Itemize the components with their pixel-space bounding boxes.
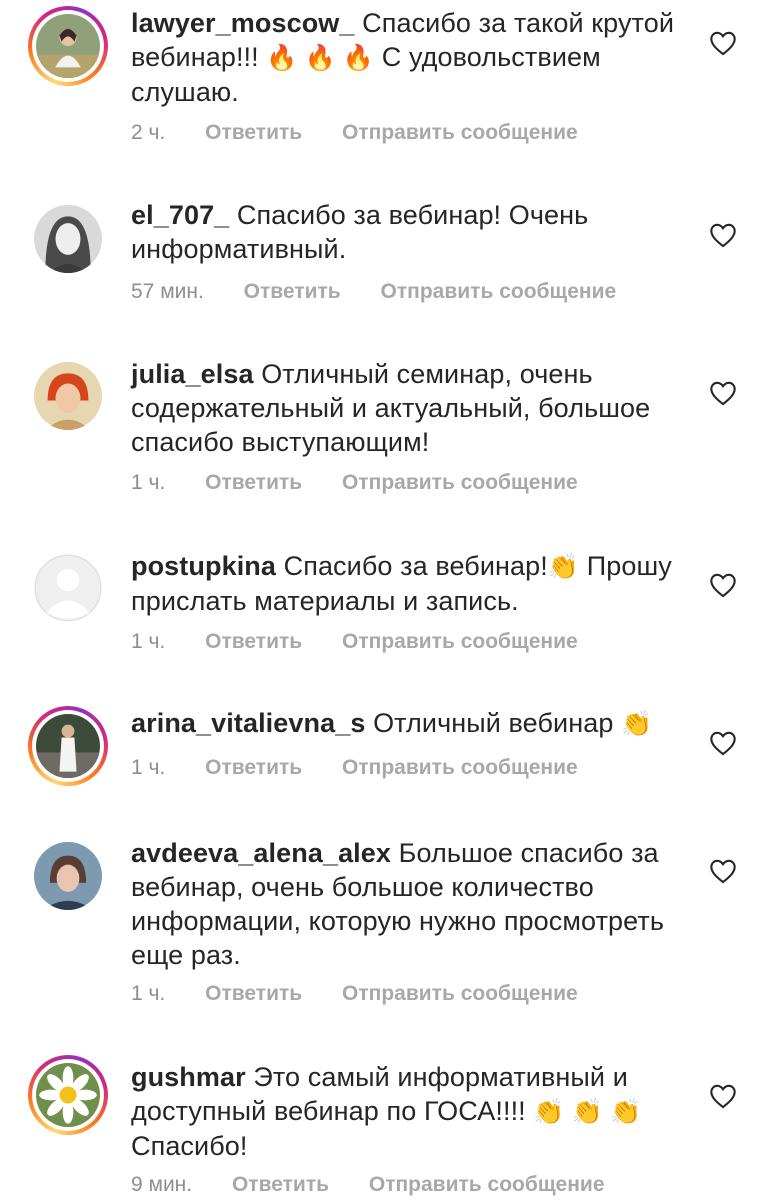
comment-timestamp: 1 ч.	[131, 756, 166, 779]
avatar[interactable]	[34, 554, 102, 622]
comment-text: avdeeva_alena_alex Большое спасибо за ве…	[131, 836, 691, 972]
send-message-button[interactable]: Отправить сообщение	[342, 630, 578, 654]
avatar	[36, 14, 100, 78]
comment-username[interactable]: arina_vitalievna_s	[131, 708, 365, 738]
comment-username[interactable]: gushmar	[131, 1062, 246, 1092]
comment-meta: 57 мин. Ответить Отправить сообщение	[131, 280, 616, 304]
send-message-button[interactable]: Отправить сообщение	[342, 121, 578, 145]
clapping-hands-emoji: 👏 👏 👏	[533, 1098, 642, 1126]
comment-meta: 2 ч. Ответить Отправить сообщение	[131, 121, 578, 145]
comment-text: gushmar Это самый информативный и доступ…	[131, 1060, 691, 1163]
comment-text: el_707_ Спасибо за вебинар! Очень информ…	[131, 198, 691, 266]
send-message-button[interactable]: Отправить сообщение	[342, 982, 578, 1006]
comment-meta: 1 ч. Ответить Отправить сообщение	[131, 471, 578, 495]
comment-text: postupkina Спасибо за вебинар!👏 Прошу пр…	[131, 549, 691, 618]
comment-username[interactable]: julia_elsa	[131, 359, 254, 389]
reply-button[interactable]: Ответить	[205, 756, 302, 780]
avatar[interactable]	[34, 362, 102, 430]
reply-button[interactable]: Ответить	[205, 630, 302, 654]
send-message-button[interactable]: Отправить сообщение	[342, 756, 578, 780]
heart-icon[interactable]	[709, 572, 737, 598]
avatar-story-ring[interactable]	[28, 1055, 108, 1135]
default-avatar-icon	[34, 554, 102, 622]
comment-meta: 9 мин. Ответить Отправить сообщение	[131, 1173, 605, 1197]
comment-meta: 1 ч. Ответить Отправить сообщение	[131, 630, 578, 654]
comment-timestamp: 57 мин.	[131, 280, 204, 303]
comment-text: julia_elsa Отличный семинар, очень содер…	[131, 357, 691, 459]
reply-button[interactable]: Ответить	[205, 121, 302, 145]
comment-username[interactable]: avdeeva_alena_alex	[131, 838, 391, 868]
comment-timestamp: 2 ч.	[131, 121, 166, 144]
heart-icon[interactable]	[709, 222, 737, 248]
send-message-button[interactable]: Отправить сообщение	[369, 1173, 605, 1197]
avatar[interactable]	[34, 205, 102, 273]
heart-icon[interactable]	[709, 730, 737, 756]
send-message-button[interactable]: Отправить сообщение	[342, 471, 578, 495]
comment-body: Спасибо за вебинар!	[283, 551, 548, 581]
comment-timestamp: 1 ч.	[131, 982, 166, 1005]
fire-emoji: 🔥 🔥 🔥	[266, 44, 375, 72]
avatar-story-ring[interactable]	[28, 706, 108, 786]
avatar	[36, 714, 100, 778]
avatar[interactable]	[34, 842, 102, 910]
clapping-hands-emoji: 👏	[547, 553, 580, 581]
clapping-hands-emoji: 👏	[621, 710, 653, 738]
avatar-story-ring[interactable]	[28, 6, 108, 86]
reply-button[interactable]: Ответить	[205, 471, 302, 495]
comment-username[interactable]: el_707_	[131, 200, 229, 230]
comment-text: lawyer_moscow_ Спасибо за такой крутой в…	[131, 6, 691, 109]
heart-icon[interactable]	[709, 30, 737, 56]
heart-icon[interactable]	[709, 858, 737, 884]
send-message-button[interactable]: Отправить сообщение	[381, 280, 617, 304]
comment-meta: 1 ч. Ответить Отправить сообщение	[131, 756, 578, 780]
comment-timestamp: 1 ч.	[131, 630, 166, 653]
reply-button[interactable]: Ответить	[205, 982, 302, 1006]
comment-username[interactable]: lawyer_moscow_	[131, 8, 355, 38]
comment-timestamp: 9 мин.	[131, 1173, 193, 1196]
comment-username[interactable]: postupkina	[131, 551, 276, 581]
comment-body-continued: Спасибо!	[131, 1131, 248, 1161]
heart-icon[interactable]	[709, 380, 737, 406]
heart-icon[interactable]	[709, 1083, 737, 1109]
avatar	[36, 1063, 100, 1127]
comment-meta: 1 ч. Ответить Отправить сообщение	[131, 982, 578, 1006]
comment-body: Отличный вебинар	[373, 708, 614, 738]
reply-button[interactable]: Ответить	[232, 1173, 329, 1197]
comment-timestamp: 1 ч.	[131, 471, 166, 494]
comment-text: arina_vitalievna_s Отличный вебинар 👏	[131, 706, 691, 741]
reply-button[interactable]: Ответить	[244, 280, 341, 304]
